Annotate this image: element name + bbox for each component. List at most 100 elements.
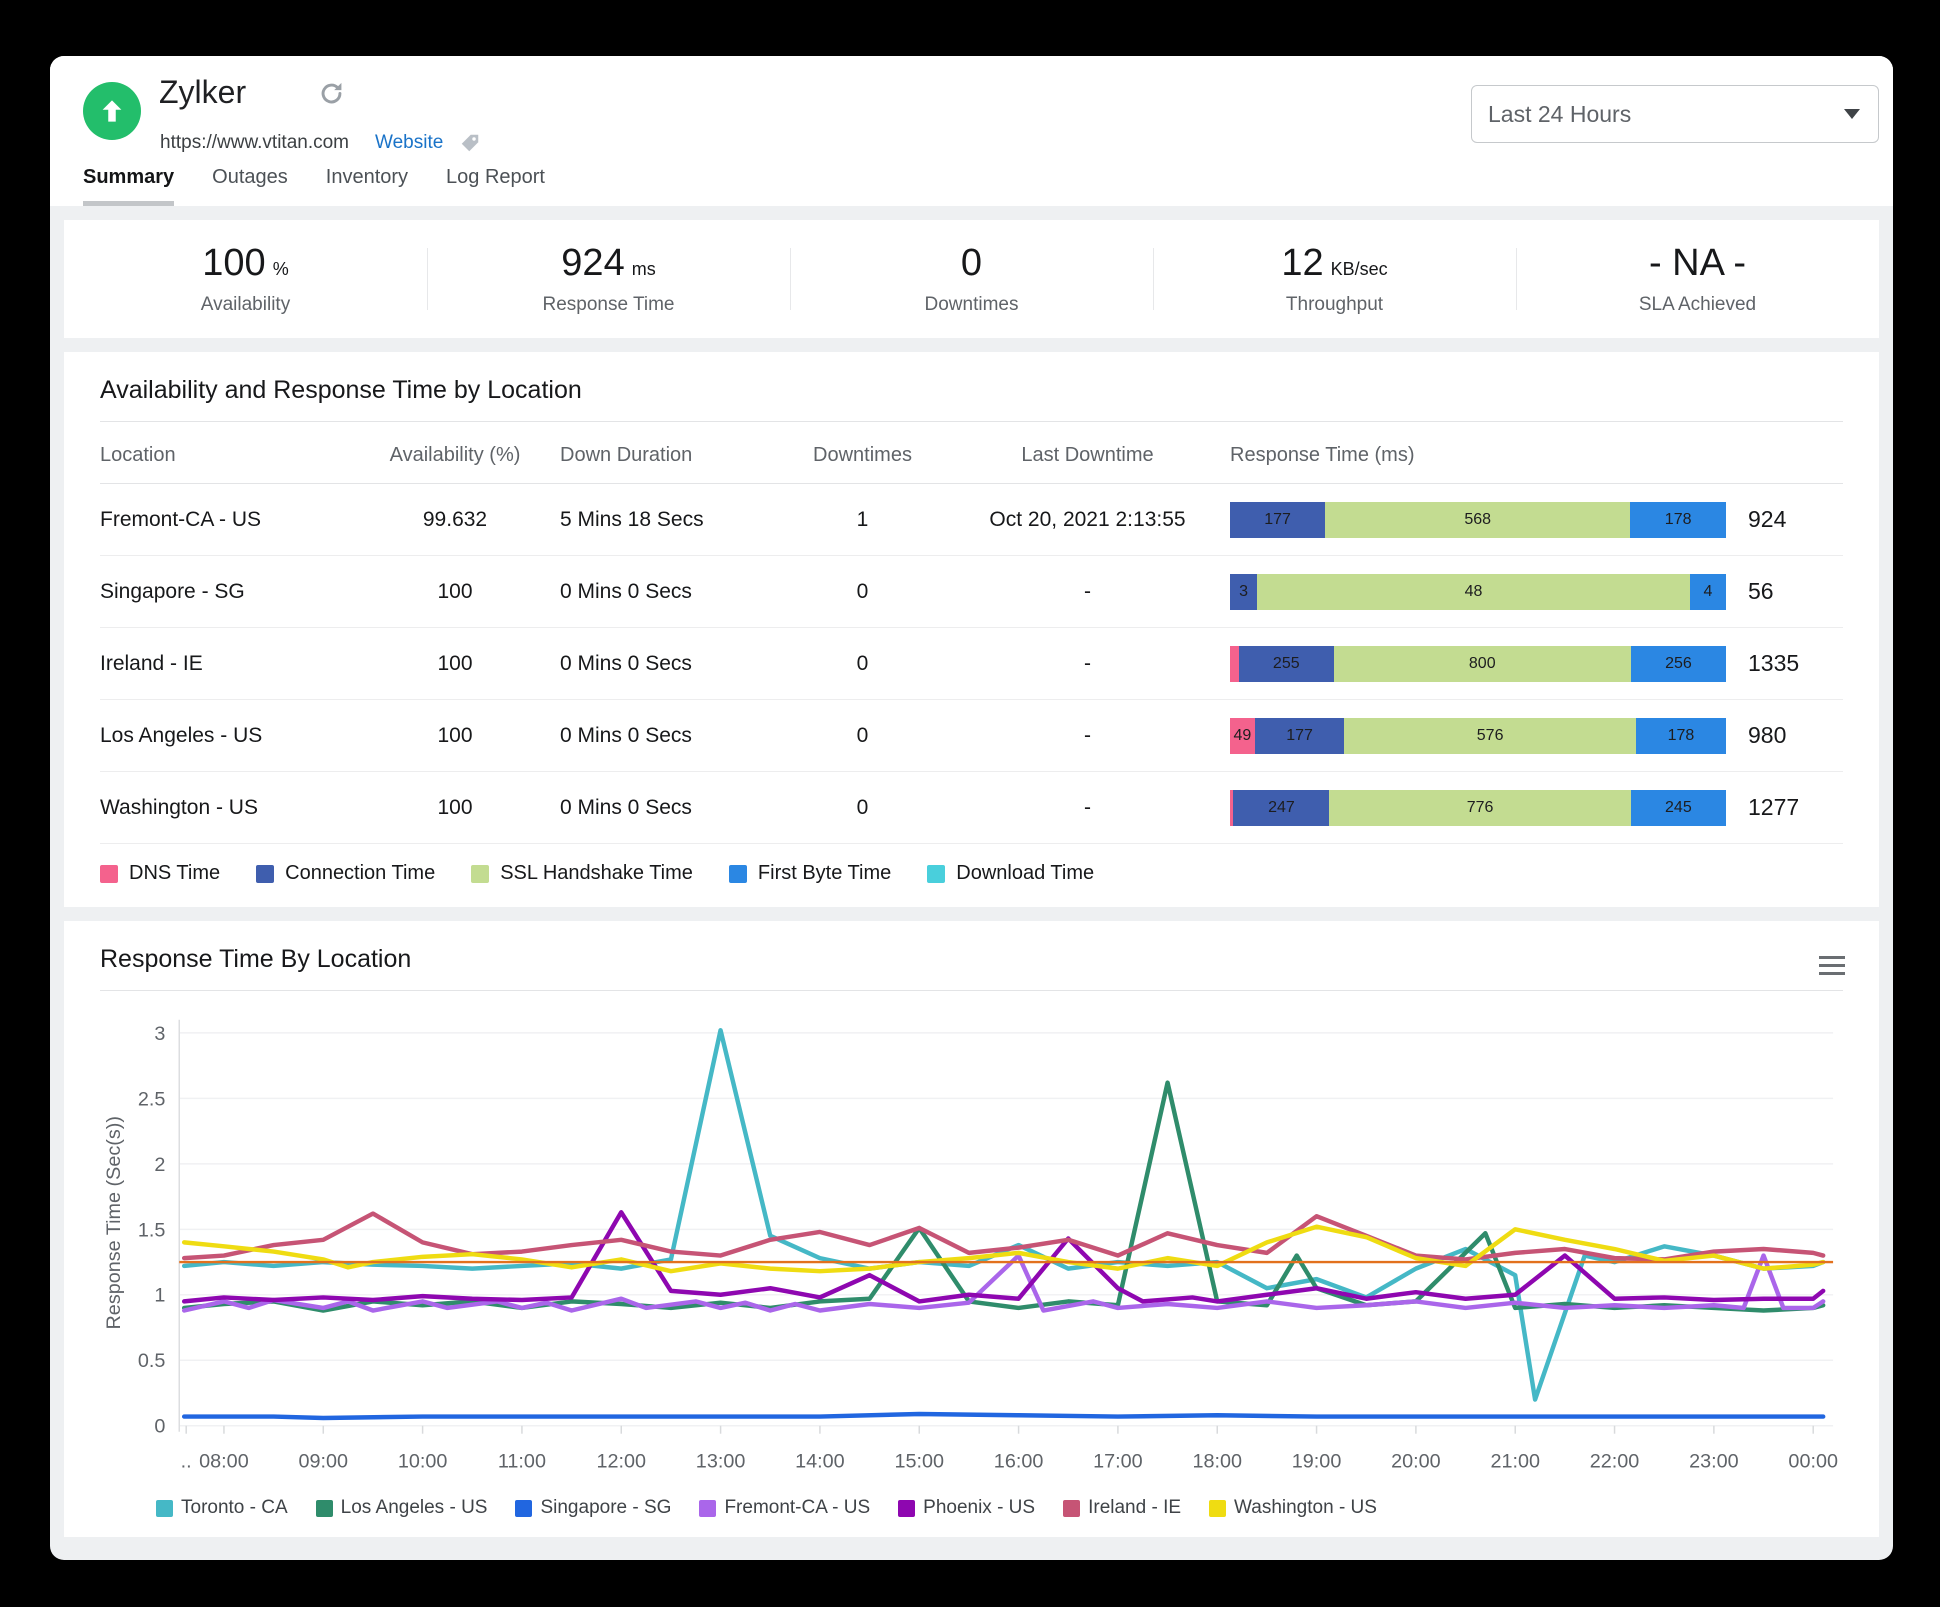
stat-value: 924 ms bbox=[427, 242, 790, 285]
cell-last-downtime: - bbox=[1084, 723, 1091, 747]
table-body: Fremont-CA - US 99.632 5 Mins 18 Secs 1 Oct … bbox=[100, 484, 1843, 844]
refresh-icon[interactable] bbox=[318, 80, 345, 112]
column-header-last-downtime: Last Downtime bbox=[1021, 444, 1154, 466]
stat-value: 12 KB/sec bbox=[1153, 242, 1516, 285]
cell-downtimes: 0 bbox=[856, 795, 869, 819]
x-tick-label: 22:00 bbox=[1590, 1450, 1640, 1472]
chart-legend-label: Singapore - SG bbox=[540, 1497, 672, 1519]
time-range-value: Last 24 Hours bbox=[1488, 100, 1632, 127]
chart-legend-label: Phoenix - US bbox=[923, 1497, 1036, 1519]
cell-availability: 100 bbox=[437, 723, 473, 747]
x-tick-label: 12:00 bbox=[596, 1450, 646, 1472]
bar-segment-connection: 255 bbox=[1238, 645, 1334, 682]
monitor-up-status-icon bbox=[83, 82, 141, 140]
tab-inventory[interactable]: Inventory bbox=[326, 166, 408, 206]
bar-segment-first_byte: 4 bbox=[1689, 573, 1726, 610]
cell-location: Singapore - SG bbox=[100, 579, 245, 603]
chart-legend-toronto-ca[interactable]: Toronto - CA bbox=[156, 1497, 288, 1519]
cell-response-bar: 3 48 4 bbox=[1230, 573, 1748, 610]
x-tick-label: 15:00 bbox=[894, 1450, 944, 1472]
segment-legend-label: SSL Handshake Time bbox=[500, 862, 693, 884]
x-tick-label: 19:00 bbox=[1292, 1450, 1342, 1472]
cell-location: Washington - US bbox=[100, 795, 258, 819]
stat-value-number: 12 bbox=[1281, 242, 1324, 284]
cell-last-downtime: Oct 20, 2021 2:13:55 bbox=[989, 507, 1186, 531]
cell-downtimes: 0 bbox=[856, 651, 869, 675]
stat-unit: ms bbox=[631, 259, 656, 279]
segment-legend: DNS Time Connection Time SSL Handshake Tim… bbox=[100, 844, 1843, 891]
x-tick-label: 17:00 bbox=[1093, 1450, 1143, 1472]
stat-value-number: 100 bbox=[202, 242, 266, 284]
cell-downtimes: 0 bbox=[856, 579, 869, 603]
stat-value: 100% bbox=[64, 242, 427, 285]
tab-outages[interactable]: Outages bbox=[212, 166, 288, 206]
tab-summary[interactable]: Summary bbox=[83, 166, 175, 206]
column-header-spacer bbox=[1748, 444, 1843, 467]
monitor-url: https://www.vtitan.com bbox=[160, 132, 350, 153]
chart-legend-phoenix-us[interactable]: Phoenix - US bbox=[898, 1497, 1035, 1519]
cell-total-response-time: 1335 bbox=[1748, 650, 1800, 676]
column-header-availability: Availability (%) bbox=[389, 444, 521, 466]
chart-legend-label: Washington - US bbox=[1234, 1497, 1377, 1519]
x-tick-label: 08:00 bbox=[199, 1450, 249, 1472]
chart-legend-label: Los Angeles - US bbox=[340, 1497, 488, 1519]
stat-availability: 100% Availability bbox=[64, 242, 427, 316]
stat-downtimes: 0 Downtimes bbox=[790, 242, 1153, 316]
chart-legend-fremont-ca-us[interactable]: Fremont-CA - US bbox=[699, 1497, 870, 1519]
bar-segment-connection: 177 bbox=[1254, 717, 1345, 754]
stat-response-time: 924 ms Response Time bbox=[427, 242, 790, 316]
series-swatch bbox=[1209, 1499, 1227, 1517]
website-link[interactable]: Website bbox=[375, 132, 443, 154]
response-time-chart: 0 0.5 1 1.5 2 2.5 3.. 08:00 09:00 10:00 11:00 12:00… bbox=[103, 1019, 1838, 1472]
x-tick-label: .. bbox=[181, 1450, 192, 1472]
stat-value-number: - NA - bbox=[1648, 242, 1747, 284]
bar-segment-ssl: 568 bbox=[1325, 501, 1631, 538]
cell-down-duration: 0 Mins 0 Secs bbox=[560, 795, 692, 819]
chart-legend-ireland-ie[interactable]: Ireland - IE bbox=[1063, 1497, 1181, 1519]
stats-row: 100% Availability 924 ms Response Time 0 Downt… bbox=[64, 220, 1879, 338]
cell-down-duration: 0 Mins 0 Secs bbox=[560, 651, 692, 675]
column-header-downtimes: Downtimes bbox=[813, 444, 912, 466]
bar-segment-ssl: 776 bbox=[1329, 789, 1631, 826]
chart-legend: Toronto - CA Los Angeles - US Singapore - … bbox=[100, 1495, 1843, 1529]
series-singapore-sg bbox=[181, 1411, 1826, 1421]
cell-response-bar: 255 800 256 bbox=[1230, 645, 1748, 682]
cell-total-response-time: 1277 bbox=[1748, 794, 1800, 820]
stat-value-number: 924 bbox=[561, 242, 625, 284]
cell-last-downtime: - bbox=[1084, 579, 1091, 603]
chart-legend-label: Ireland - IE bbox=[1088, 1497, 1182, 1519]
stat-label: Downtimes bbox=[924, 294, 1019, 315]
chart-legend-singapore-sg[interactable]: Singapore - SG bbox=[515, 1497, 671, 1519]
chart-legend-washington-us[interactable]: Washington - US bbox=[1209, 1497, 1377, 1519]
cell-location: Fremont-CA - US bbox=[100, 507, 262, 531]
bar-segment-ssl: 576 bbox=[1344, 717, 1636, 754]
cell-response-bar: 247 776 245 bbox=[1230, 789, 1748, 826]
column-header-response-time-ms: Response Time (ms) bbox=[1230, 444, 1415, 466]
stat-value-number: 0 bbox=[960, 242, 983, 284]
response-time-bar: 177 568 178 bbox=[1230, 501, 1726, 538]
table-row: Singapore - SG 100 0 Mins 0 Secs 0 - 3 48 4 56 bbox=[100, 556, 1843, 628]
y-tick-label: 2 bbox=[154, 1154, 165, 1176]
series-swatch bbox=[699, 1499, 717, 1517]
bar-segment-connection: 3 bbox=[1230, 573, 1258, 610]
chart-legend-los-angeles-us[interactable]: Los Angeles - US bbox=[315, 1497, 488, 1519]
chart-title: Response Time By Location bbox=[100, 945, 1843, 991]
column-header-location: Location bbox=[100, 444, 176, 466]
chart-legend-label: Toronto - CA bbox=[181, 1497, 288, 1519]
segment-legend-connection: Connection Time bbox=[256, 862, 435, 885]
bar-segment-dns bbox=[1230, 645, 1239, 682]
time-range-dropdown[interactable]: Last 24 Hours bbox=[1471, 85, 1879, 143]
tab-bar: Summary Outages Inventory Log Report bbox=[83, 166, 545, 206]
tag-icon[interactable] bbox=[459, 132, 481, 154]
y-axis-title: Response Time (Sec(s)) bbox=[103, 1116, 125, 1329]
cell-down-duration: 0 Mins 0 Secs bbox=[560, 579, 692, 603]
y-tick-label: 1 bbox=[154, 1285, 165, 1307]
x-tick-label: 21:00 bbox=[1490, 1450, 1540, 1472]
x-tick-label: 10:00 bbox=[398, 1450, 448, 1472]
chart-menu-icon[interactable] bbox=[1819, 951, 1845, 980]
availability-card-title: Availability and Response Time by Locati… bbox=[100, 376, 1843, 422]
series-swatch bbox=[156, 1499, 173, 1517]
x-tick-label: 20:00 bbox=[1391, 1450, 1441, 1472]
tab-log-report[interactable]: Log Report bbox=[446, 166, 545, 206]
stat-label: Throughput bbox=[1285, 294, 1384, 315]
